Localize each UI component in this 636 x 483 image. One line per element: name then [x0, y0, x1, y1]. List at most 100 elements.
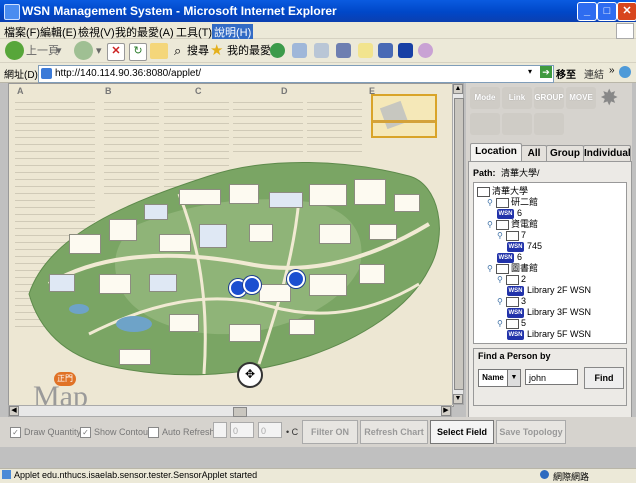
- tab-individual[interactable]: Individual: [583, 145, 631, 162]
- horizontal-scroll-thumb[interactable]: [233, 407, 247, 417]
- address-input[interactable]: http://140.114.90.36:8080/applet/: [38, 65, 554, 83]
- print-icon[interactable]: [314, 43, 329, 58]
- tree-node-label: 研二館: [511, 197, 539, 207]
- menu-tools[interactable]: 工具(T): [176, 24, 212, 40]
- select-field-button[interactable]: Select Field: [430, 420, 494, 444]
- building: [394, 194, 420, 212]
- tree-node-label: 6: [517, 208, 523, 218]
- links-icon[interactable]: [619, 66, 631, 78]
- group-tool-icon[interactable]: [534, 113, 564, 135]
- back-arrow-icon[interactable]: [5, 41, 24, 60]
- favorites-button[interactable]: 我的最愛: [227, 42, 271, 60]
- tree-toggle-icon[interactable]: ⚲: [487, 199, 494, 207]
- edit-icon[interactable]: [336, 43, 351, 58]
- tab-group[interactable]: Group: [546, 145, 584, 162]
- internet-zone-icon: [540, 470, 549, 479]
- tree-toggle-icon[interactable]: ⚲: [497, 276, 504, 284]
- tree-node-label: 清華大學: [492, 186, 529, 196]
- minimize-button[interactable]: _: [577, 2, 597, 21]
- building: [319, 224, 351, 244]
- stop-icon[interactable]: ✕: [107, 43, 125, 61]
- links-chevron-icon[interactable]: »: [609, 65, 615, 76]
- people-tool-icon[interactable]: [470, 113, 500, 135]
- find-name-input[interactable]: john: [525, 369, 578, 385]
- interval-select[interactable]: [213, 422, 227, 438]
- history-icon[interactable]: [270, 43, 285, 58]
- wsn-node-marker[interactable]: [287, 270, 305, 288]
- vertical-scroll-thumb[interactable]: [454, 98, 464, 390]
- link-button[interactable]: Link: [502, 87, 532, 109]
- save-topology-button[interactable]: Save Topology: [496, 420, 566, 444]
- menu-help[interactable]: 說明(H): [212, 24, 254, 40]
- scroll-down-icon[interactable]: ▼: [453, 394, 463, 404]
- tab-all[interactable]: All: [521, 145, 547, 162]
- menu-favorites[interactable]: 我的最愛(A): [115, 24, 174, 40]
- move-button[interactable]: MOVE: [566, 87, 596, 109]
- building: [69, 234, 101, 254]
- group-mode-button[interactable]: GROUP: [534, 87, 564, 109]
- filter-on-button[interactable]: Filter ON: [302, 420, 358, 444]
- go-arrow-icon[interactable]: ➔: [540, 66, 552, 78]
- tree-node-label: Library 3F WSN: [527, 307, 592, 317]
- maximize-button[interactable]: □: [597, 2, 617, 21]
- address-dropdown-icon[interactable]: ▾: [528, 67, 532, 76]
- mode-button[interactable]: Mode: [470, 87, 500, 109]
- go-button[interactable]: 移至: [556, 66, 576, 81]
- back-button[interactable]: 上一頁: [26, 42, 59, 60]
- address-url: http://140.114.90.36:8080/applet/: [55, 68, 202, 79]
- window-title: WSN Management System - Microsoft Intern…: [22, 4, 337, 18]
- temp-max-spinner[interactable]: 0: [258, 422, 282, 438]
- location-tree[interactable]: 清華大學 ⚲ 研二館 WSN 6 ⚲ 資電館 ⚲ 7 WSN 745 WSN 6 ⚲ 圖書館 ⚲ 2 WSN Lib…: [473, 182, 627, 344]
- links-button[interactable]: 連結: [584, 66, 604, 81]
- discuss-icon[interactable]: [358, 43, 373, 58]
- refresh-chart-button[interactable]: Refresh Chart: [360, 420, 428, 444]
- menu-view[interactable]: 檢視(V): [78, 24, 115, 40]
- find-button[interactable]: Find: [584, 367, 624, 389]
- tree-toggle-icon[interactable]: ⚲: [487, 265, 494, 273]
- back-dropdown-icon[interactable]: ▾: [56, 42, 62, 60]
- campus-map[interactable]: A B C D E 正門 ✥ Map: [8, 83, 454, 407]
- security-zone: 網際網路: [553, 472, 590, 482]
- find-field-dropdown-icon[interactable]: ▼: [507, 369, 521, 387]
- temp-min-spinner[interactable]: 0: [230, 422, 254, 438]
- favorites-star-icon[interactable]: ★: [210, 42, 223, 60]
- home-icon[interactable]: [150, 43, 168, 59]
- scroll-right-icon[interactable]: ▶: [441, 406, 451, 416]
- draw-quantity-checkbox[interactable]: ✓ Draw Quantity: [10, 426, 81, 439]
- building: [249, 224, 273, 242]
- menu-edit[interactable]: 編輯(E): [40, 24, 77, 40]
- person-tool-icon[interactable]: [502, 113, 532, 135]
- building: [229, 184, 259, 204]
- find-title: Find a Person by: [478, 351, 551, 361]
- scroll-left-icon[interactable]: ◀: [9, 406, 19, 416]
- search-button[interactable]: 搜尋: [187, 42, 209, 60]
- refresh-icon[interactable]: ↻: [129, 43, 147, 61]
- tree-wsn-node[interactable]: WSN Library 5F WSN: [507, 328, 591, 340]
- menu-file[interactable]: 檔案(F): [4, 24, 40, 40]
- close-button[interactable]: ✕: [617, 2, 636, 21]
- messenger-icon[interactable]: [418, 43, 433, 58]
- scroll-up-icon[interactable]: ▲: [453, 84, 463, 94]
- auto-refresh-checkbox[interactable]: Auto Refresh: [148, 426, 215, 439]
- building: [199, 224, 227, 248]
- tree-toggle-icon[interactable]: ⚲: [497, 232, 504, 240]
- sparkle-icon[interactable]: ✸: [600, 85, 618, 111]
- forward-dropdown-icon[interactable]: ▾: [96, 42, 102, 60]
- forward-arrow-icon[interactable]: [74, 41, 93, 60]
- mail-icon[interactable]: [292, 43, 307, 58]
- bluetooth-icon[interactable]: [398, 43, 413, 58]
- search-icon[interactable]: ⌕: [174, 42, 181, 60]
- tab-location[interactable]: Location: [470, 143, 522, 162]
- show-contour-checkbox[interactable]: ✓ Show Contour: [80, 426, 151, 439]
- tree-toggle-icon[interactable]: ⚲: [497, 320, 504, 328]
- vertical-scrollbar[interactable]: ▲ ▼: [452, 83, 464, 405]
- wsn-node-marker[interactable]: [243, 276, 261, 294]
- research-icon[interactable]: [378, 43, 393, 58]
- tree-toggle-icon[interactable]: ⚲: [487, 221, 494, 229]
- tree-toggle-icon[interactable]: ⚲: [497, 298, 504, 306]
- horizontal-scrollbar[interactable]: ◀ ▶: [8, 405, 452, 417]
- building: [149, 274, 177, 292]
- building: [309, 184, 347, 206]
- find-field-select[interactable]: Name: [478, 369, 508, 387]
- tree-node-label: Library 2F WSN: [527, 285, 592, 295]
